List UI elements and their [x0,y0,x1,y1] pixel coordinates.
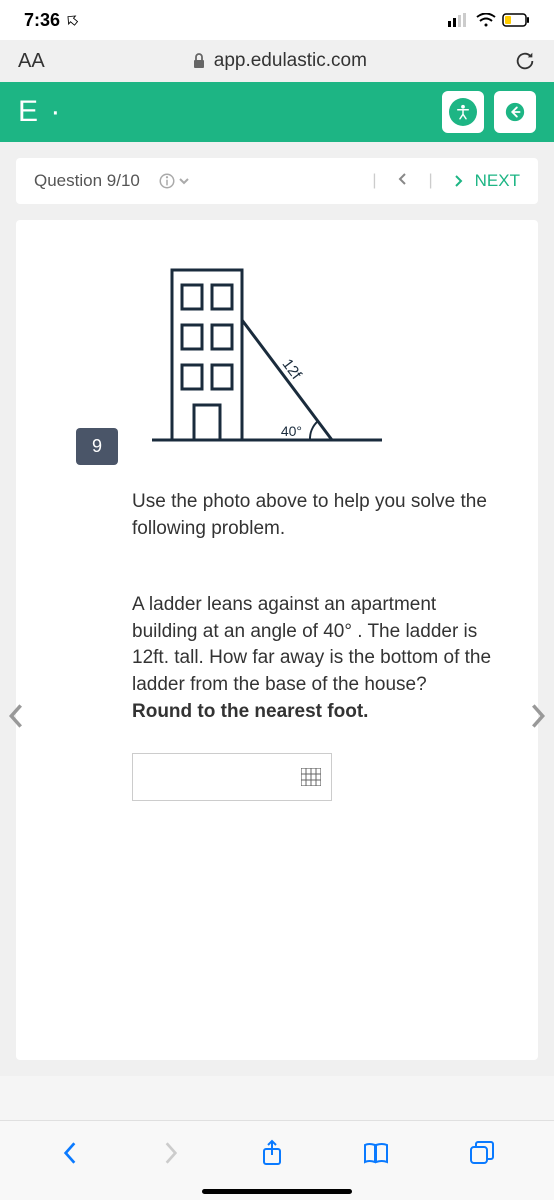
battery-icon [502,13,530,27]
arrow-left-icon [504,101,526,123]
next-question-button[interactable]: NEXT [451,171,520,191]
app-header: E · [0,82,554,142]
address-bar: AA app.edulastic.com [0,40,554,82]
lock-icon [192,53,206,69]
tabs-icon [469,1140,495,1166]
book-icon [362,1141,390,1165]
keypad-icon [301,768,321,786]
logo: E · [18,95,62,129]
status-icons [448,13,530,27]
question-diagram: 12f 40° [132,260,512,465]
status-bar: 7:36 [0,0,554,40]
chevron-left-icon [59,1140,81,1166]
share-icon [260,1139,284,1167]
browser-forward-button [160,1140,182,1171]
tabs-button[interactable] [469,1140,495,1171]
signal-icon [448,13,470,27]
prev-question-button[interactable] [395,171,411,192]
info-icon [158,172,176,190]
chevron-right-icon [528,702,548,730]
ladder-length-label: 12f [279,356,306,384]
url-area[interactable]: app.edulastic.com [59,50,500,72]
question-counter: Question 9/10 [34,171,140,191]
chevron-right-icon [451,173,467,189]
home-indicator[interactable] [202,1189,352,1194]
back-button[interactable] [494,91,536,133]
answer-input[interactable] [132,753,332,801]
question-intro: Use the photo above to help you solve th… [132,489,492,542]
wifi-icon [476,13,496,27]
info-dropdown[interactable] [158,172,190,190]
carousel-next[interactable] [528,702,548,737]
question-card: 9 12f 40° [16,220,538,1060]
status-time: 7:36 [24,10,79,31]
browser-toolbar [0,1120,554,1200]
carousel-prev[interactable] [6,702,26,737]
share-button[interactable] [260,1139,284,1172]
question-body: A ladder leans against an apartment buil… [132,592,492,725]
chevron-right-icon [160,1140,182,1166]
text-size-button[interactable]: AA [18,50,45,73]
bookmarks-button[interactable] [362,1141,390,1170]
url-text: app.edulastic.com [214,50,367,72]
chevron-left-icon [395,171,411,187]
browser-back-button[interactable] [59,1140,81,1171]
accessibility-icon [449,98,477,126]
question-nav-bar: Question 9/10 | | NEXT [16,158,538,204]
accessibility-button[interactable] [442,91,484,133]
chevron-down-icon [178,175,190,187]
angle-label: 40° [281,423,302,439]
question-number-tag: 9 [76,428,118,465]
chevron-left-icon [6,702,26,730]
reload-icon[interactable] [514,50,536,72]
